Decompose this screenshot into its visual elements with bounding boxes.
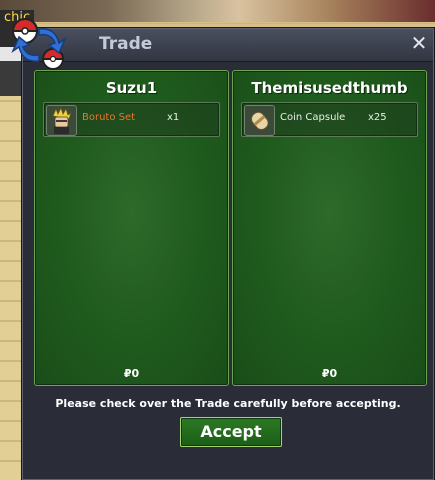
right-player-name: Themisusedthumb <box>251 79 408 97</box>
title-bar[interactable]: Trade ✕ <box>23 29 433 62</box>
window-title: Trade <box>99 34 153 54</box>
trade-logo-icon <box>11 18 67 70</box>
item-name: Boruto Set <box>82 112 136 123</box>
item-slot <box>46 105 77 136</box>
right-trade-panel: Themisusedthumb Coin Capsule x25 ₽0 <box>232 70 427 386</box>
trade-window: Trade ✕ Suzu1 Boruto Set x1 ₽0 Themisuse… <box>11 18 434 480</box>
close-button[interactable]: ✕ <box>409 33 429 53</box>
coin-capsule-icon <box>251 111 269 131</box>
trade-item-row[interactable]: Coin Capsule x25 <box>241 102 418 137</box>
boruto-set-icon <box>52 106 72 134</box>
left-money: ₽0 <box>123 367 140 380</box>
trade-item-row[interactable]: Boruto Set x1 <box>43 102 220 137</box>
item-quantity: x25 <box>368 112 387 123</box>
item-slot <box>244 105 275 136</box>
accept-button[interactable]: Accept <box>180 417 282 447</box>
left-player-name: Suzu1 <box>105 79 158 97</box>
trade-notice: Please check over the Trade carefully be… <box>55 397 401 410</box>
item-quantity: x1 <box>167 112 180 123</box>
item-name: Coin Capsule <box>280 112 346 123</box>
right-money: ₽0 <box>321 367 338 380</box>
left-trade-panel: Suzu1 Boruto Set x1 ₽0 <box>34 70 229 386</box>
